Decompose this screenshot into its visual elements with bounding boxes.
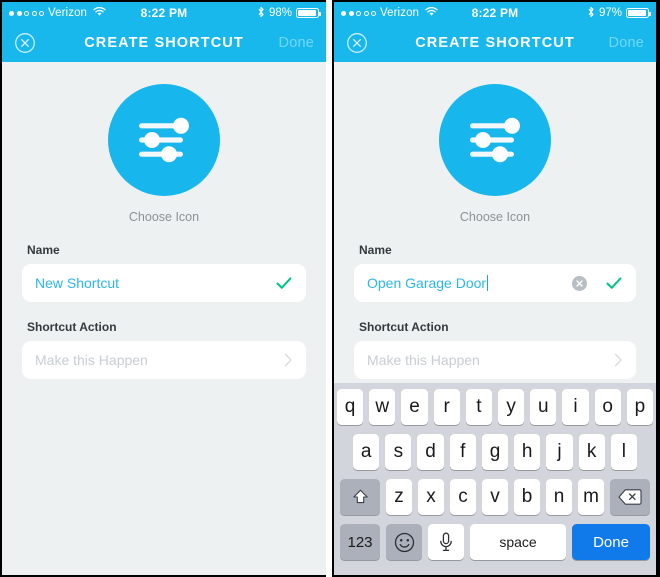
name-input-value[interactable]: Open Garage Door — [367, 275, 572, 291]
key-m[interactable]: m — [578, 479, 604, 515]
key-p[interactable]: p — [626, 389, 654, 425]
valid-check-icon[interactable] — [605, 274, 623, 292]
status-bar: Verizon 8:22 PM 98% — [2, 2, 326, 24]
shortcut-action-field-group: Shortcut Action Make this Happen — [334, 320, 656, 379]
shortcut-action-field-group: Shortcut Action Make this Happen — [2, 320, 326, 379]
keyboard-row-4: 123 space Done — [337, 524, 653, 560]
page-title: CREATE SHORTCUT — [84, 35, 244, 51]
name-input[interactable]: New Shortcut — [22, 264, 306, 302]
battery-icon — [626, 8, 652, 18]
choose-icon-label: Choose Icon — [459, 210, 531, 224]
key-k[interactable]: k — [578, 434, 605, 470]
keyboard-row-1: q w e r t y u i o p — [336, 389, 654, 425]
chevron-right-icon[interactable] — [284, 353, 293, 367]
status-bar-right: 97% — [587, 6, 652, 21]
key-l[interactable]: l — [610, 434, 637, 470]
name-field-label: Name — [27, 243, 60, 257]
close-circle-icon[interactable] — [14, 32, 36, 54]
key-q[interactable]: q — [336, 389, 364, 425]
phone-screen-right: Verizon 8:22 PM 97% CREATE SHORTCUT Done — [332, 0, 658, 577]
key-v[interactable]: v — [482, 479, 508, 515]
key-z[interactable]: z — [386, 479, 412, 515]
key-d[interactable]: d — [417, 434, 444, 470]
key-r[interactable]: r — [433, 389, 460, 425]
shortcut-action-placeholder: Make this Happen — [35, 352, 148, 368]
navigation-bar: CREATE SHORTCUT Done — [334, 24, 656, 62]
name-field-label: Name — [359, 243, 392, 257]
bluetooth-icon — [257, 6, 265, 21]
keyboard-row-2: a s d f g h j k l — [337, 434, 653, 470]
icon-picker[interactable]: Choose Icon — [334, 62, 656, 224]
key-x[interactable]: x — [418, 479, 444, 515]
key-s[interactable]: s — [385, 434, 412, 470]
screen-content: Choose Icon Name Open Garage Door Shortc… — [334, 62, 656, 575]
key-c[interactable]: c — [450, 479, 476, 515]
chevron-right-icon[interactable] — [614, 353, 623, 367]
microphone-icon[interactable] — [428, 524, 464, 560]
sliders-icon[interactable] — [439, 84, 551, 196]
shortcut-action-label: Shortcut Action — [27, 320, 117, 334]
numbers-key[interactable]: 123 — [340, 524, 380, 560]
keyboard-row-3: z x c v b n m — [337, 479, 653, 515]
key-n[interactable]: n — [546, 479, 572, 515]
keyboard-done-key[interactable]: Done — [572, 524, 650, 560]
icon-picker[interactable]: Choose Icon — [2, 62, 326, 224]
done-button[interactable]: Done — [609, 35, 644, 51]
navigation-bar: CREATE SHORTCUT Done — [2, 24, 326, 62]
status-bar: Verizon 8:22 PM 97% — [334, 2, 656, 24]
onscreen-keyboard[interactable]: q w e r t y u i o p a s d f g h j k l z … — [334, 383, 656, 575]
battery-percent: 98% — [268, 7, 292, 19]
space-key[interactable]: space — [470, 524, 566, 560]
shortcut-action-row[interactable]: Make this Happen — [354, 341, 636, 379]
key-u[interactable]: u — [530, 389, 557, 425]
key-o[interactable]: o — [594, 389, 621, 425]
name-input-value[interactable]: New Shortcut — [35, 275, 269, 291]
sliders-icon[interactable] — [108, 84, 220, 196]
shortcut-action-row[interactable]: Make this Happen — [22, 341, 306, 379]
bluetooth-icon — [587, 6, 595, 21]
key-e[interactable]: e — [401, 389, 428, 425]
screen-content: Choose Icon Name New Shortcut Shortcut A… — [2, 62, 326, 575]
choose-icon-label: Choose Icon — [128, 210, 200, 224]
clear-text-icon[interactable] — [572, 275, 587, 291]
done-button[interactable]: Done — [279, 35, 314, 51]
status-bar-right: 98% — [257, 6, 322, 21]
screenshot-stage: Verizon 8:22 PM 98% CREATE SHORTCUT Done — [0, 0, 660, 577]
name-field-group: Name Open Garage Door — [334, 243, 656, 302]
shortcut-action-label: Shortcut Action — [359, 320, 449, 334]
key-w[interactable]: w — [369, 389, 396, 425]
name-field-group: Name New Shortcut — [2, 243, 326, 302]
close-circle-icon[interactable] — [346, 32, 368, 54]
shift-icon[interactable] — [340, 479, 380, 515]
backspace-icon[interactable] — [610, 479, 650, 515]
key-y[interactable]: y — [498, 389, 525, 425]
name-input[interactable]: Open Garage Door — [354, 264, 636, 302]
key-f[interactable]: f — [449, 434, 476, 470]
key-h[interactable]: h — [514, 434, 541, 470]
key-i[interactable]: i — [562, 389, 589, 425]
key-a[interactable]: a — [353, 434, 380, 470]
phone-screen-left: Verizon 8:22 PM 98% CREATE SHORTCUT Done — [0, 0, 326, 577]
key-t[interactable]: t — [465, 389, 492, 425]
valid-check-icon[interactable] — [275, 274, 293, 292]
key-b[interactable]: b — [514, 479, 540, 515]
battery-icon — [296, 8, 322, 18]
key-j[interactable]: j — [546, 434, 573, 470]
shortcut-action-placeholder: Make this Happen — [367, 352, 480, 368]
battery-percent: 97% — [598, 7, 622, 19]
emoji-icon[interactable] — [386, 524, 422, 560]
key-g[interactable]: g — [481, 434, 509, 470]
